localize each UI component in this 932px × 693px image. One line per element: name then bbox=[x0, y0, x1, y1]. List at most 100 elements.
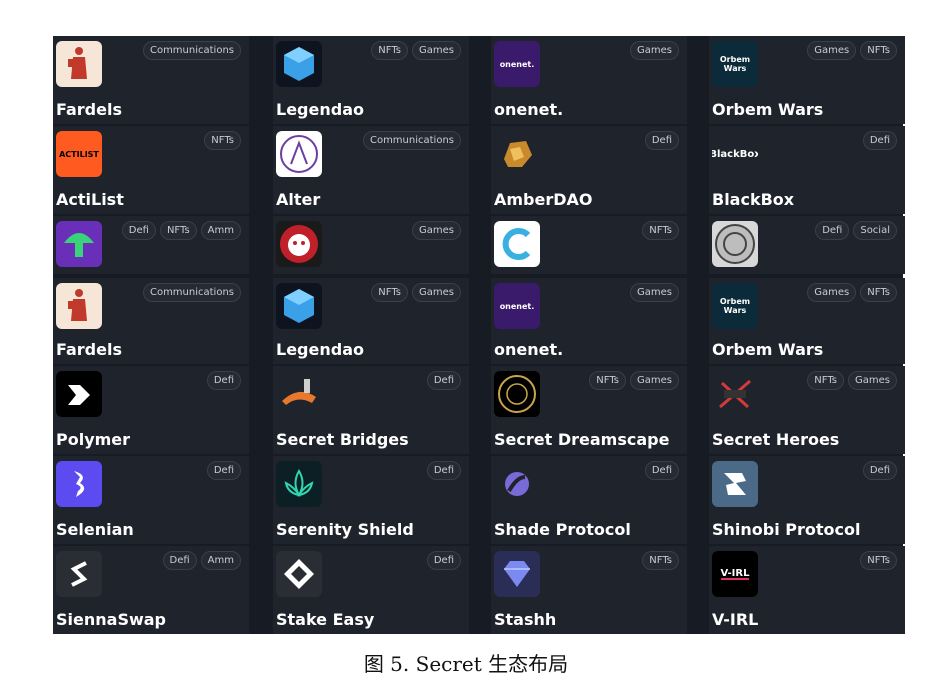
project-name: Orbem Wars bbox=[712, 100, 824, 119]
project-name: Stashh bbox=[494, 610, 557, 629]
category-tag: Games bbox=[412, 221, 461, 240]
category-tag: Defi bbox=[815, 221, 850, 240]
tag-list: NFTs bbox=[204, 131, 241, 150]
category-tag: NFTs bbox=[860, 41, 897, 60]
sienna-s-icon bbox=[70, 561, 88, 587]
diamond-icon bbox=[504, 561, 530, 587]
project-logo bbox=[494, 131, 540, 177]
selenian-logo-icon bbox=[74, 471, 85, 497]
category-tag: Social bbox=[853, 221, 897, 240]
heroes-emblem-icon bbox=[719, 379, 751, 409]
project-logo: ACTILIST bbox=[56, 131, 102, 177]
category-tag: Games bbox=[848, 371, 897, 390]
project-card: NFTs bbox=[491, 216, 687, 274]
project-card: Defi NFTs Amm bbox=[53, 216, 249, 274]
polymer-logo-icon bbox=[68, 385, 90, 405]
tag-list: Games bbox=[630, 283, 679, 302]
category-tag: Amm bbox=[200, 221, 241, 240]
project-name: Polymer bbox=[56, 430, 131, 449]
category-tag: Games bbox=[630, 371, 679, 390]
project-card: NFTs Games Secret Heroes bbox=[709, 366, 905, 454]
project-name: Legendao bbox=[276, 100, 364, 119]
tag-list: NFTs Games bbox=[371, 283, 461, 302]
project-name: Fardels bbox=[56, 340, 122, 359]
project-card: Defi Serenity Shield bbox=[273, 456, 469, 544]
project-name: V-IRL bbox=[712, 610, 759, 629]
project-name: Stake Easy bbox=[276, 610, 375, 629]
project-logo bbox=[712, 371, 758, 417]
category-tag: Games bbox=[807, 41, 857, 60]
category-tag: Defi bbox=[862, 131, 897, 150]
tag-list: Defi bbox=[644, 461, 679, 480]
project-card: Defi Polymer bbox=[53, 366, 249, 454]
project-card: NFTs Games Secret Dreamscape bbox=[491, 366, 687, 454]
alter-a-icon bbox=[280, 135, 318, 173]
legendao-cube-icon bbox=[284, 289, 314, 323]
fardels-figure-icon bbox=[68, 289, 87, 321]
project-logo bbox=[56, 461, 102, 507]
tag-list: NFTs bbox=[642, 551, 679, 570]
actilist-logo-icon: ACTILIST bbox=[59, 149, 99, 159]
category-tag: Communications bbox=[142, 41, 241, 60]
onenet-logo-icon: onenet. bbox=[499, 301, 535, 311]
blackbox-logo-icon: BlackBox bbox=[712, 148, 758, 160]
orbem-wars-logo-icon: Orbem Wars bbox=[719, 297, 751, 315]
project-logo: BlackBox bbox=[712, 131, 758, 177]
tag-list: Defi Amm bbox=[162, 551, 241, 570]
project-card: Defi Shinobi Protocol bbox=[709, 456, 905, 544]
project-logo: onenet. bbox=[494, 41, 540, 87]
project-logo bbox=[276, 461, 322, 507]
project-card: NFTs Stashh bbox=[491, 546, 687, 634]
project-card: Orbem Wars Games NFTs Orbem Wars bbox=[709, 36, 905, 124]
tag-list: Defi bbox=[426, 461, 461, 480]
project-logo bbox=[276, 131, 322, 177]
tag-list: NFTs Games bbox=[589, 371, 679, 390]
tag-list: Games NFTs bbox=[807, 41, 897, 60]
project-name: Secret Dreamscape bbox=[494, 430, 670, 449]
project-logo: Orbem Wars bbox=[712, 283, 758, 329]
project-name: Legendao bbox=[276, 340, 364, 359]
tag-list: NFTs Games bbox=[371, 41, 461, 60]
project-name: Secret Bridges bbox=[276, 430, 409, 449]
stake-easy-icon bbox=[284, 559, 314, 589]
coin-seal-icon bbox=[715, 224, 755, 264]
project-name: Selenian bbox=[56, 520, 134, 539]
project-logo bbox=[276, 221, 322, 267]
project-logo: Orbem Wars bbox=[712, 41, 758, 87]
tag-list: Defi NFTs Amm bbox=[121, 221, 241, 240]
project-card: NFTs Games Legendao bbox=[273, 36, 469, 124]
project-logo bbox=[712, 221, 758, 267]
tag-list: NFTs bbox=[642, 221, 679, 240]
tag-list: Defi bbox=[426, 551, 461, 570]
fardels-figure-icon bbox=[68, 47, 87, 79]
category-tag: Defi bbox=[121, 221, 156, 240]
category-tag: Defi bbox=[426, 461, 461, 480]
project-name: Shinobi Protocol bbox=[712, 520, 861, 539]
project-logo bbox=[276, 371, 322, 417]
category-tag: NFTs bbox=[159, 221, 197, 240]
category-tag: NFTs bbox=[860, 551, 897, 570]
category-tag: Games bbox=[412, 283, 461, 302]
category-tag: Communications bbox=[362, 131, 461, 150]
category-tag: NFTs bbox=[204, 131, 241, 150]
project-logo bbox=[56, 371, 102, 417]
figure-caption: 图 5. Secret 生态布局 bbox=[363, 652, 569, 676]
project-card: Defi Amm SiennaSwap bbox=[53, 546, 249, 634]
tag-list: Defi bbox=[206, 461, 241, 480]
project-card: Defi Stake Easy bbox=[273, 546, 469, 634]
project-logo bbox=[494, 371, 540, 417]
shade-orb-icon bbox=[505, 472, 529, 496]
tag-list: Communications bbox=[142, 283, 241, 302]
project-card: Communications Alter bbox=[273, 126, 469, 214]
tag-list: NFTs Games bbox=[807, 371, 897, 390]
category-tag: Defi bbox=[862, 461, 897, 480]
shinobi-logo-icon bbox=[724, 473, 746, 495]
tag-list: Communications bbox=[362, 131, 461, 150]
project-card: Defi Shade Protocol bbox=[491, 456, 687, 544]
category-tag: NFTs bbox=[807, 371, 845, 390]
project-card: onenet. Games onenet. bbox=[491, 278, 687, 364]
project-name: ActiList bbox=[56, 190, 124, 209]
tag-list: Games NFTs bbox=[807, 283, 897, 302]
tag-list: Defi bbox=[862, 461, 897, 480]
project-name: onenet. bbox=[494, 100, 564, 119]
